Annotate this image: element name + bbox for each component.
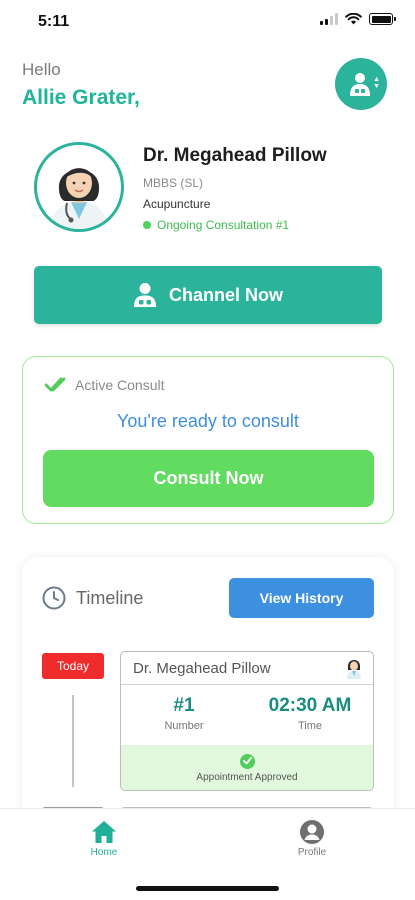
clock-icon — [42, 586, 66, 610]
home-icon — [92, 821, 116, 843]
nav-item-home[interactable]: Home — [74, 819, 134, 858]
wifi-icon — [345, 13, 362, 25]
doctor-name: Dr. Megahead Pillow — [143, 145, 327, 166]
doctor-avatar-icon — [37, 145, 121, 229]
doctor-degree: MBBS (SL) — [143, 176, 204, 190]
consult-now-button[interactable]: Consult Now — [43, 450, 374, 507]
appointment-time-caption: Time — [297, 720, 323, 732]
appointment-number-caption: Number — [164, 720, 204, 732]
consultation-status-text: Ongoing Consultation #1 — [157, 218, 290, 232]
appointment-time-value: 02:30 AM — [268, 695, 352, 716]
status-icons — [320, 13, 396, 25]
profile-icon — [300, 820, 324, 844]
active-consult-card: Active Consult You're ready to consult C… — [22, 356, 394, 524]
channel-now-label: Channel Now — [168, 284, 283, 305]
timeline-title: Timeline — [76, 587, 144, 608]
nav-item-profile[interactable]: Profile — [282, 819, 342, 858]
appointment-header: Dr. Megahead Pillow — [121, 652, 373, 685]
home-indicator — [136, 886, 279, 891]
channel-now-button[interactable]: Channel Now — [34, 266, 382, 324]
appointment-number: #1 Number — [121, 685, 247, 745]
online-dot-icon — [143, 221, 151, 229]
timeline-header: Timeline — [42, 586, 143, 610]
user-name: Allie Grater, — [22, 86, 140, 109]
view-history-button[interactable]: View History — [229, 578, 374, 618]
appointment-doctor-name: Dr. Megahead Pillow — [133, 659, 271, 677]
today-badge: Today — [42, 653, 104, 679]
status-time: 5:11 — [38, 13, 70, 30]
doctor-switch-icon — [350, 73, 370, 96]
doctor-icon — [133, 283, 156, 307]
nav-home-label: Home — [90, 847, 118, 858]
timeline-line — [72, 695, 74, 787]
swap-arrows-icon: ▲ ▼ — [373, 76, 380, 90]
doctor-specialty: Acupuncture — [143, 197, 211, 211]
appointment-status-text: Appointment Approved — [196, 771, 298, 783]
status-bar: 5:11 — [0, 0, 415, 44]
nav-profile-label: Profile — [297, 847, 327, 858]
active-consult-header: Active Consult — [45, 376, 164, 394]
greeting-text: Hello — [22, 60, 61, 79]
appointment-time: 02:30 AM Time — [247, 685, 373, 745]
appointment-number-value: #1 — [173, 695, 195, 716]
check-circle-icon — [239, 753, 255, 769]
doctor-mini-avatar-icon — [347, 660, 361, 679]
appointment-details: #1 Number 02:30 AM Time — [121, 685, 373, 745]
appointment-status: Appointment Approved — [121, 745, 373, 790]
active-consult-title: Active Consult — [75, 377, 165, 393]
appointment-card[interactable]: Dr. Megahead Pillow #1 Number 02:30 AM T… — [120, 651, 374, 791]
battery-icon — [369, 13, 396, 25]
ready-message: You're ready to consult — [117, 411, 299, 431]
doctor-avatar — [34, 142, 124, 232]
cellular-signal-icon — [320, 13, 338, 25]
double-check-icon — [45, 377, 66, 392]
consultation-status: Ongoing Consultation #1 — [143, 218, 289, 232]
switch-doctor-button[interactable]: ▲ ▼ — [335, 58, 387, 110]
